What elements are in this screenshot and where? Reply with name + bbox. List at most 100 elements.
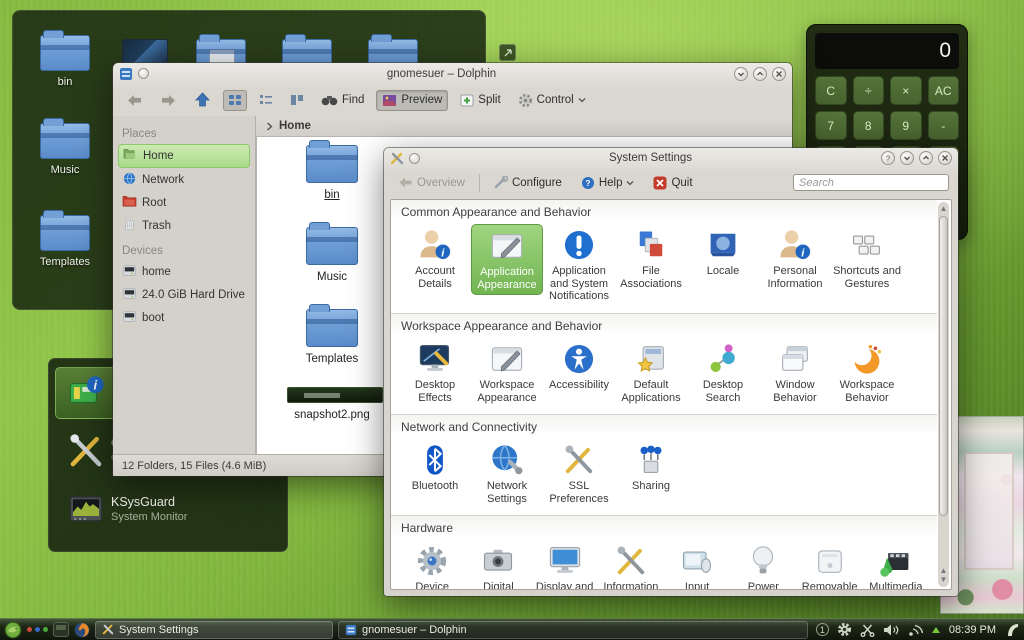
launcher-item-ksysguard[interactable]: KSysGuardSystem Monitor — [55, 485, 281, 537]
forward-button[interactable] — [155, 90, 182, 111]
settings-tile-accessibility[interactable]: Accessibility — [543, 338, 615, 395]
overview-button[interactable]: Overview — [393, 173, 470, 192]
calc-key-C[interactable]: C — [815, 76, 847, 105]
settings-tile-label: Information Sources — [599, 581, 663, 589]
back-button[interactable] — [121, 90, 148, 111]
settings-tile-ssl-preferences[interactable]: SSL Preferences — [543, 439, 615, 508]
help-menu-button[interactable]: ? Help — [576, 173, 640, 193]
configure-button[interactable]: Configure — [489, 173, 567, 192]
place-item-network[interactable]: Network — [118, 169, 250, 191]
close-button[interactable] — [938, 151, 952, 165]
file-snapshot2-png[interactable]: snapshot2.png — [287, 387, 377, 421]
task-system-settings[interactable]: System Settings — [95, 621, 333, 639]
help-button[interactable]: ? — [881, 151, 895, 165]
split-button[interactable]: Split — [455, 91, 505, 110]
place-item-home[interactable]: Home — [118, 144, 250, 168]
quit-button[interactable]: Quit — [648, 173, 697, 193]
settings-tile-network-settings[interactable]: Network Settings — [471, 439, 543, 508]
network-signal-icon[interactable] — [907, 623, 923, 637]
settings-tile-bluetooth[interactable]: Bluetooth — [399, 439, 471, 496]
klipper-scissors-icon[interactable] — [860, 623, 875, 637]
calc-key-7[interactable]: 7 — [815, 111, 847, 140]
settings-tile-personal-information[interactable]: iPersonal Information — [759, 224, 831, 293]
desktop-icon-templates[interactable]: Templates — [29, 215, 101, 268]
up-button[interactable] — [189, 89, 216, 111]
settings-tile-file-associations[interactable]: File Associations — [615, 224, 687, 293]
place-item-home[interactable]: home — [118, 261, 250, 283]
settings-tile-shortcuts-and-gestures[interactable]: Shortcuts and Gestures — [831, 224, 903, 293]
maximize-button[interactable] — [753, 67, 767, 81]
settings-tile-display-and-monit-[interactable]: Display and Monit... — [532, 540, 598, 589]
tray-expand-icon[interactable] — [931, 626, 941, 634]
dolphin-titlebar[interactable]: gnomesuer – Dolphin — [113, 63, 792, 84]
settings-tile-default-applications[interactable]: Default Applications — [615, 338, 687, 407]
icons-view-button[interactable] — [223, 90, 247, 111]
file-templates[interactable]: Templates — [287, 309, 377, 365]
preview-button[interactable]: Preview — [376, 90, 448, 111]
settings-tile-information-sources[interactable]: Information Sources — [598, 540, 664, 589]
settings-tile-power-management[interactable]: Power Management — [730, 540, 796, 589]
scroll-up2-icon[interactable]: ▲ — [938, 567, 949, 575]
calc-key-9[interactable]: 9 — [890, 111, 922, 140]
settings-tile-multimedia[interactable]: Multimedia — [863, 540, 929, 589]
firefox-icon[interactable] — [74, 622, 90, 638]
notification-badge[interactable]: 1 — [816, 623, 829, 636]
find-button[interactable]: Find — [316, 91, 369, 109]
breadcrumb-current[interactable]: Home — [279, 120, 311, 132]
settings-tile-sharing[interactable]: Sharing — [615, 439, 687, 496]
columns-view-button[interactable] — [285, 90, 309, 111]
details-view-button[interactable] — [254, 90, 278, 111]
window-menu-icon[interactable] — [138, 68, 149, 79]
scrollbar[interactable]: ▲ ▲ ▼ — [938, 202, 949, 587]
settings-tile-desktop-search[interactable]: Desktop Search — [687, 338, 759, 407]
volume-icon[interactable] — [883, 623, 899, 637]
maximize-button[interactable] — [919, 151, 933, 165]
settings-tile-window-behavior[interactable]: Window Behavior — [759, 338, 831, 407]
settings-tile-desktop-effects[interactable]: Desktop Effects — [399, 338, 471, 407]
scroll-down-icon[interactable]: ▼ — [938, 576, 949, 584]
scroll-up-icon[interactable]: ▲ — [938, 205, 949, 213]
clock[interactable]: 08:39 PM — [949, 624, 996, 636]
search-input[interactable] — [793, 174, 949, 191]
calc-key-8[interactable]: 8 — [853, 111, 885, 140]
settings-tile-digital-camera[interactable]: Digital Camera — [465, 540, 531, 589]
system-settings-titlebar[interactable]: System Settings ? — [384, 148, 958, 168]
panel-cashew-icon[interactable] — [1004, 622, 1020, 638]
settings-tile-input-devices[interactable]: Input Devices — [664, 540, 730, 589]
file-bin[interactable]: bin — [287, 145, 377, 201]
task-dolphin[interactable]: gnomesuer – Dolphin — [338, 621, 808, 639]
settings-tile-locale[interactable]: Locale — [687, 224, 759, 281]
file-music[interactable]: Music — [287, 227, 377, 283]
desktop-icon-bin[interactable]: bin — [29, 35, 101, 88]
calc-key-AC[interactable]: AC — [928, 76, 960, 105]
place-item-boot[interactable]: boot — [118, 307, 250, 329]
window-menu-icon[interactable] — [409, 153, 420, 164]
application-launcher-icon[interactable] — [4, 621, 22, 639]
scrollbar-thumb[interactable] — [939, 216, 948, 516]
desktop-icon-music[interactable]: Music — [29, 123, 101, 176]
place-item-trash[interactable]: Trash — [118, 215, 250, 237]
calc-key--[interactable]: - — [928, 111, 960, 140]
settings-tile-application-and-system-notifications[interactable]: Application and System Notifications — [543, 224, 615, 306]
minimize-button[interactable] — [734, 67, 748, 81]
activity-dots-icon[interactable] — [27, 627, 48, 632]
place-item-root[interactable]: Root — [118, 192, 250, 214]
control-button[interactable]: Control — [513, 90, 591, 111]
updates-gear-icon[interactable] — [837, 622, 852, 637]
calc-key-×[interactable]: × — [890, 76, 922, 105]
widget-resize-handle-icon[interactable] — [499, 44, 516, 61]
settings-tile-workspace-appearance[interactable]: Workspace Appearance — [471, 338, 543, 407]
calc-key-÷[interactable]: ÷ — [853, 76, 885, 105]
settings-tile-workspace-behavior[interactable]: Workspace Behavior — [831, 338, 903, 407]
close-button[interactable] — [772, 67, 786, 81]
place-item-24-0-gib-hard-drive[interactable]: 24.0 GiB Hard Drive — [118, 284, 250, 306]
svg-text:?: ? — [585, 178, 590, 188]
panel-header: Places — [118, 121, 250, 143]
settings-tile-device-actions[interactable]: Device Actions — [399, 540, 465, 589]
minimize-button[interactable] — [900, 151, 914, 165]
breadcrumb[interactable]: Home — [256, 116, 792, 137]
settings-tile-removable-devices[interactable]: Removable Devices — [797, 540, 863, 589]
settings-tile-application-appearance[interactable]: Application Appearance — [471, 224, 543, 295]
settings-tile-account-details[interactable]: iAccount Details — [399, 224, 471, 293]
pager-widget[interactable] — [53, 622, 69, 637]
